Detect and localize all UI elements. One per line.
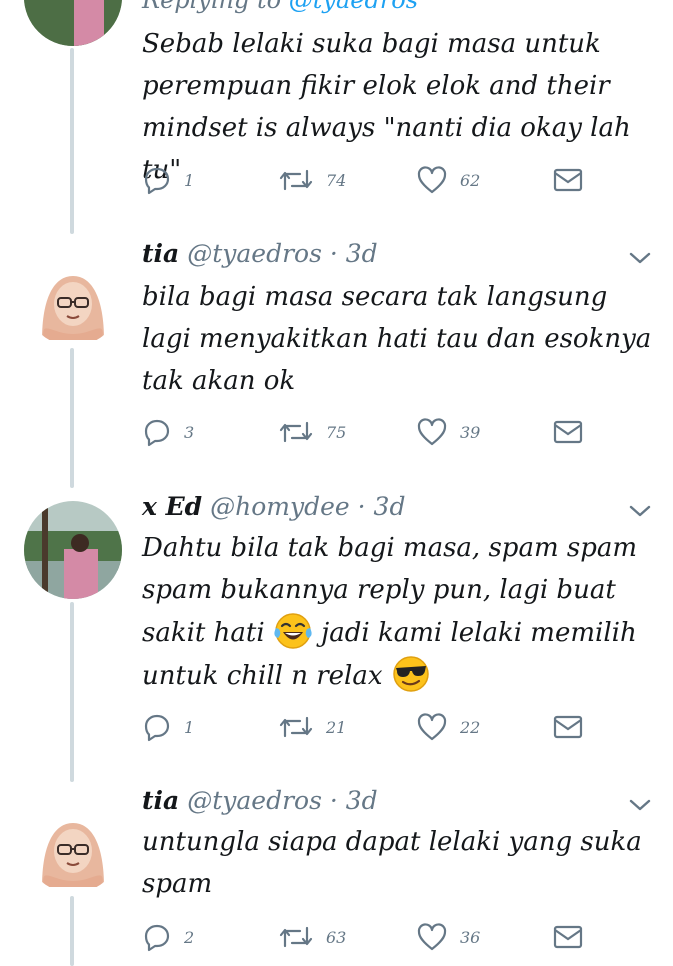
timestamp[interactable]: 3d: [346, 786, 378, 815]
tweet-text: untungla siapa dapat lelaki yang suka sp…: [142, 827, 642, 899]
tweet-header: x Ed @homydee · 3d: [142, 491, 405, 523]
reply-icon: [142, 417, 172, 447]
retweet-icon: [278, 417, 314, 447]
author-name[interactable]: tia: [142, 786, 179, 815]
retweet-button[interactable]: 74: [278, 160, 346, 200]
separator-dot: ·: [329, 239, 338, 268]
envelope-icon: [552, 166, 584, 194]
retweet-count: 75: [326, 422, 347, 442]
tweet-actions: 1 74 62: [142, 160, 642, 200]
replying-mention[interactable]: @tyaedros: [289, 0, 418, 14]
chevron-down-icon[interactable]: [626, 501, 654, 521]
like-count: 62: [460, 170, 481, 190]
tweet-text: bila bagi masa secara tak langsung lagi …: [142, 282, 652, 396]
reply-count: 1: [184, 717, 195, 737]
face-with-tears-of-joy-icon: [273, 611, 313, 651]
like-button[interactable]: 22: [416, 707, 480, 747]
heart-icon: [416, 417, 448, 447]
reply-icon: [142, 712, 172, 742]
tweet[interactable]: tia @tyaedros · 3d untungla siapa dapat …: [0, 785, 673, 960]
retweet-icon: [278, 165, 314, 195]
reply-count: 2: [184, 927, 195, 947]
reply-button[interactable]: 2: [142, 917, 194, 957]
reply-icon: [142, 165, 172, 195]
author-handle[interactable]: @tyaedros: [187, 239, 322, 268]
retweet-button[interactable]: 75: [278, 412, 346, 452]
smiling-face-with-sunglasses-icon: [391, 654, 431, 694]
retweet-count: 74: [326, 170, 347, 190]
retweet-icon: [278, 922, 314, 952]
envelope-icon: [552, 713, 584, 741]
envelope-icon: [552, 923, 584, 951]
reply-button[interactable]: 3: [142, 412, 194, 452]
tweet-actions: 3 75 39: [142, 412, 642, 452]
replying-to: Replying to @tyaedros: [142, 0, 418, 14]
timestamp[interactable]: 3d: [346, 239, 378, 268]
tweet-header: tia @tyaedros · 3d: [142, 785, 378, 817]
reply-count: 3: [184, 422, 195, 442]
direct-message-button[interactable]: [552, 707, 584, 747]
like-button[interactable]: 36: [416, 917, 480, 957]
heart-icon: [416, 922, 448, 952]
timestamp[interactable]: 3d: [374, 492, 406, 521]
chevron-down-icon[interactable]: [626, 795, 654, 815]
author-handle[interactable]: @tyaedros: [187, 786, 322, 815]
direct-message-button[interactable]: [552, 412, 584, 452]
avatar[interactable]: [24, 0, 122, 46]
reply-button[interactable]: 1: [142, 707, 194, 747]
like-count: 39: [460, 422, 481, 442]
author-name[interactable]: x Ed: [142, 492, 202, 521]
tweet[interactable]: Replying to @tyaedros Sebab lelaki suka …: [0, 0, 673, 230]
heart-icon: [416, 712, 448, 742]
avatar[interactable]: [24, 795, 122, 893]
replying-prefix: Replying to: [142, 0, 282, 14]
avatar[interactable]: [24, 248, 122, 346]
separator-dot: ·: [329, 786, 338, 815]
avatar[interactable]: [24, 501, 122, 599]
author-handle[interactable]: @homydee: [210, 492, 350, 521]
retweet-button[interactable]: 21: [278, 707, 346, 747]
direct-message-button[interactable]: [552, 917, 584, 957]
like-button[interactable]: 62: [416, 160, 480, 200]
retweet-icon: [278, 712, 314, 742]
retweet-count: 63: [326, 927, 347, 947]
reply-button[interactable]: 1: [142, 160, 194, 200]
tweet-header: tia @tyaedros · 3d: [142, 238, 378, 270]
retweet-button[interactable]: 63: [278, 917, 346, 957]
like-count: 36: [460, 927, 481, 947]
heart-icon: [416, 165, 448, 195]
tweet-actions: 1 21 22: [142, 707, 642, 747]
tweet[interactable]: tia @tyaedros · 3d bila bagi masa secara…: [0, 238, 673, 466]
tweet-text: Dahtu bila tak bagi masa, spam spam spam…: [142, 527, 652, 697]
chevron-down-icon[interactable]: [626, 248, 654, 268]
direct-message-button[interactable]: [552, 160, 584, 200]
tweet[interactable]: x Ed @homydee · 3d Dahtu bila tak bagi m…: [0, 491, 673, 761]
envelope-icon: [552, 418, 584, 446]
separator-dot: ·: [357, 492, 366, 521]
like-count: 22: [460, 717, 481, 737]
retweet-count: 21: [326, 717, 347, 737]
tweet-actions: 2 63 36: [142, 917, 642, 957]
reply-icon: [142, 922, 172, 952]
like-button[interactable]: 39: [416, 412, 480, 452]
author-name[interactable]: tia: [142, 239, 179, 268]
reply-count: 1: [184, 170, 195, 190]
